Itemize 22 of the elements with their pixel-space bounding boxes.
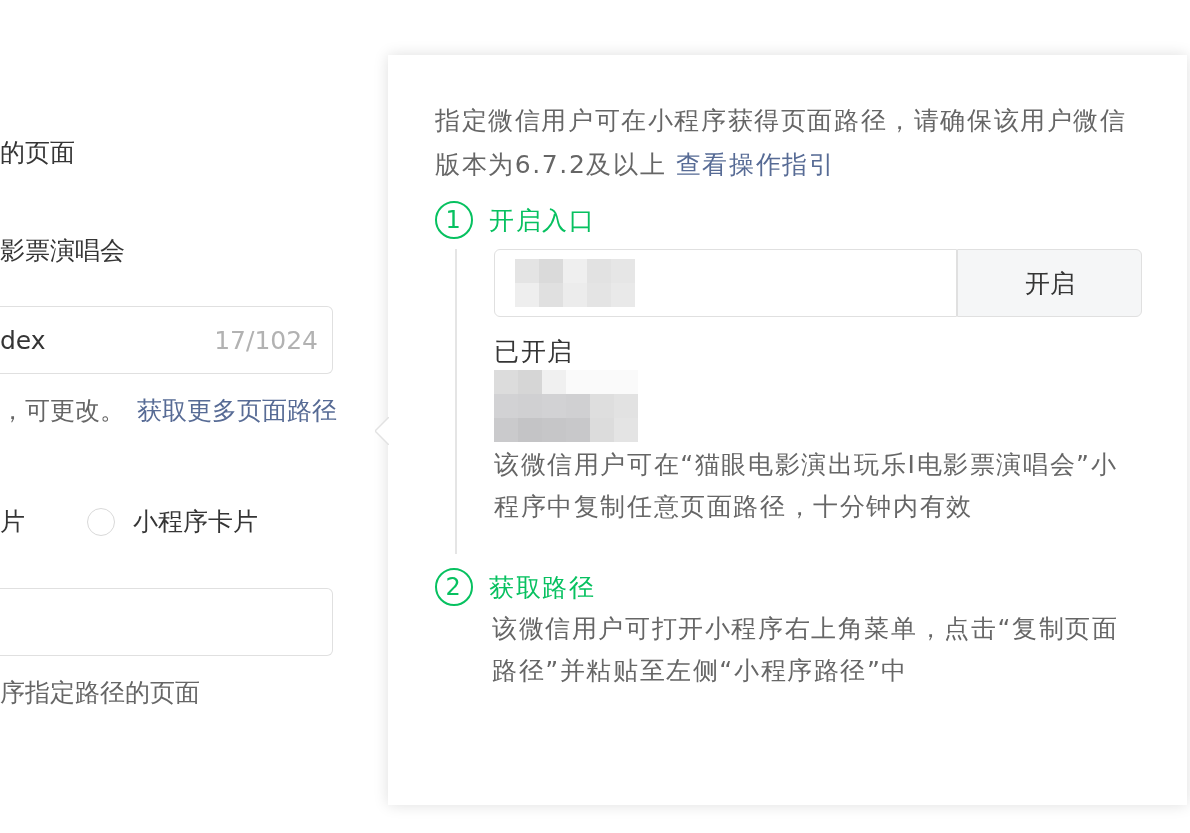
step-number: 1: [435, 201, 473, 239]
form-note: 序指定路径的页面: [0, 677, 201, 709]
step-description: 该微信用户可在“猫眼电影演出玩乐I电影票演唱会”小程序中复制任意页面路径，十分钟内有效: [494, 449, 1119, 523]
character-counter: 17/1024: [214, 325, 318, 355]
form-text: 影票演唱会: [0, 235, 126, 267]
path-input-field[interactable]: dex 17/1024: [0, 306, 333, 374]
step-title: 获取路径: [489, 571, 596, 604]
step-description: 该微信用户可打开小程序右上角菜单，点击“复制页面路径”并粘贴至左侧“小程序路径”中: [492, 613, 1120, 687]
status-text: 已开启: [494, 336, 575, 368]
guide-link[interactable]: 查看操作指引: [675, 150, 836, 179]
step-title: 开启入口: [489, 204, 596, 237]
more-paths-link[interactable]: 获取更多页面路径: [137, 394, 337, 427]
user-input-field[interactable]: [494, 249, 957, 317]
path-value: dex: [0, 325, 46, 355]
option-label: 片: [0, 506, 25, 538]
card-radio-option[interactable]: 小程序卡片: [87, 505, 258, 538]
intro-text: 指定微信用户可在小程序获得页面路径，请确保该用户微信版本为6.7.2及以上 查看操作指引: [435, 105, 1128, 181]
hint-text: ，可更改。: [0, 395, 125, 427]
form-text: 的页面: [0, 137, 76, 169]
enable-button[interactable]: 开启: [957, 249, 1142, 317]
step-number: 2: [435, 568, 473, 606]
input-field[interactable]: [0, 588, 333, 656]
